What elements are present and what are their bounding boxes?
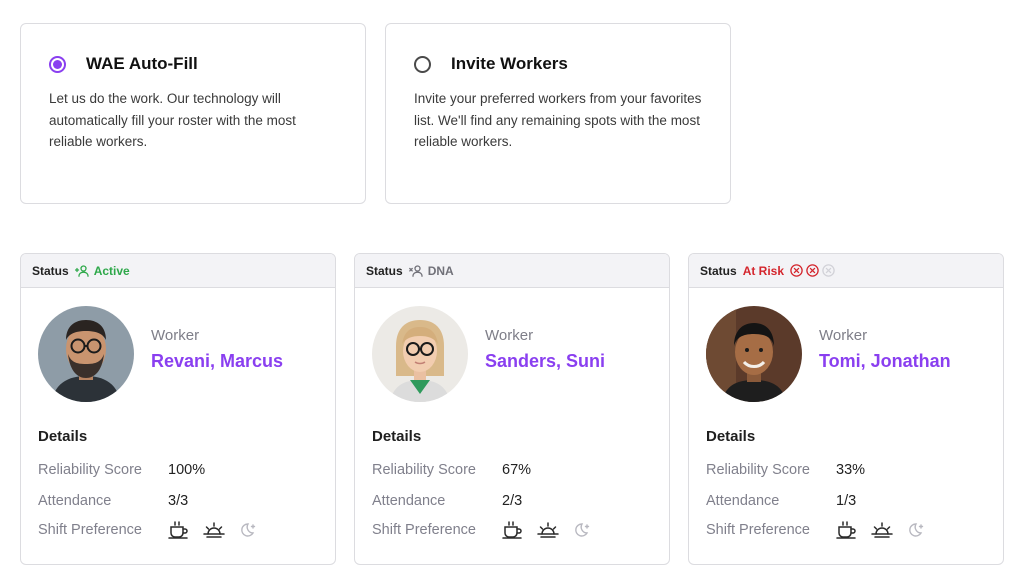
worker-name-link[interactable]: Tomi, Jonathan xyxy=(819,351,951,372)
reliability-row: Reliability Score 33% xyxy=(706,462,865,478)
attendance-row: Attendance 1/3 xyxy=(706,493,856,509)
reliability-label: Reliability Score xyxy=(706,462,810,478)
status-badge: DNA xyxy=(408,263,454,278)
status-bar: Status At Risk xyxy=(689,254,1003,288)
details-title: Details xyxy=(706,428,756,445)
option-description: Let us do the work. Our technology will … xyxy=(49,91,296,149)
status-badge: Active xyxy=(74,263,130,278)
status-label: Status xyxy=(32,263,69,278)
reliability-value: 33% xyxy=(836,462,866,478)
worker-role: Worker xyxy=(151,327,200,344)
option-card-wae-autofill[interactable]: WAE Auto-Fill Let us do the work. Our te… xyxy=(20,23,366,204)
reliability-value: 100% xyxy=(168,462,206,478)
x-circle-icon xyxy=(806,264,819,277)
moon-icon xyxy=(909,523,924,537)
coffee-cup-icon xyxy=(502,521,522,539)
attendance-value: 1/3 xyxy=(836,493,857,509)
status-label: Status xyxy=(700,263,737,278)
details-title: Details xyxy=(38,428,88,445)
avatar xyxy=(38,306,134,402)
details-title: Details xyxy=(372,428,422,445)
status-text: Active xyxy=(93,263,130,278)
radio-invite-workers[interactable] xyxy=(414,55,431,73)
worker-card: Status At Risk Worker Tomi, Jonathan Det… xyxy=(688,253,1004,565)
sunrise-icon xyxy=(203,522,225,538)
reliability-label: Reliability Score xyxy=(372,462,476,478)
risk-indicator xyxy=(790,264,838,277)
shift-preference-label: Shift Preference xyxy=(372,522,476,538)
attendance-label: Attendance xyxy=(706,493,780,509)
avatar xyxy=(706,306,802,402)
x-circle-icon xyxy=(822,264,835,277)
attendance-row: Attendance 3/3 xyxy=(38,493,188,509)
radio-wae-autofill[interactable] xyxy=(49,55,66,73)
attendance-value: 2/3 xyxy=(502,493,523,509)
avatar xyxy=(372,306,468,402)
shift-preference-label: Shift Preference xyxy=(706,522,810,538)
status-label: Status xyxy=(366,263,403,278)
shift-preference-row: Shift Preference xyxy=(372,521,605,539)
x-circle-icon xyxy=(790,264,803,277)
sunrise-icon xyxy=(871,522,893,538)
status-text: DNA xyxy=(427,263,454,278)
reliability-value: 67% xyxy=(502,462,532,478)
status-text: At Risk xyxy=(742,263,785,278)
moon-icon xyxy=(575,523,590,537)
worker-card: Status Active Worker Revani, Marcus Deta… xyxy=(20,253,336,565)
worker-role: Worker xyxy=(819,327,868,344)
sunrise-icon xyxy=(537,522,559,538)
status-badge: At Risk xyxy=(743,264,784,278)
user-x-icon xyxy=(408,264,423,277)
option-title: WAE Auto-Fill xyxy=(86,54,198,73)
worker-role: Worker xyxy=(485,327,534,344)
option-description: Invite your preferred workers from your … xyxy=(414,91,702,149)
coffee-cup-icon xyxy=(168,521,188,539)
moon-icon xyxy=(241,523,256,537)
user-check-icon xyxy=(74,264,89,277)
worker-card: Status DNA Worker Sanders, Suni Details … xyxy=(354,253,670,565)
reliability-row: Reliability Score 67% xyxy=(372,462,531,478)
coffee-cup-icon xyxy=(836,521,856,539)
reliability-label: Reliability Score xyxy=(38,462,142,478)
shift-preference-row: Shift Preference xyxy=(38,521,271,539)
option-card-invite-workers[interactable]: Invite Workers Invite your preferred wor… xyxy=(385,23,731,204)
worker-name-link[interactable]: Revani, Marcus xyxy=(151,351,283,372)
worker-name-link[interactable]: Sanders, Suni xyxy=(485,351,605,372)
shift-preference-row: Shift Preference xyxy=(706,521,939,539)
reliability-row: Reliability Score 100% xyxy=(38,462,205,478)
shift-preference-label: Shift Preference xyxy=(38,522,142,538)
attendance-label: Attendance xyxy=(38,493,112,509)
attendance-label: Attendance xyxy=(372,493,446,509)
status-bar: Status Active xyxy=(21,254,335,288)
option-title: Invite Workers xyxy=(451,54,568,73)
attendance-value: 3/3 xyxy=(168,493,189,509)
attendance-row: Attendance 2/3 xyxy=(372,493,522,509)
status-bar: Status DNA xyxy=(355,254,669,288)
